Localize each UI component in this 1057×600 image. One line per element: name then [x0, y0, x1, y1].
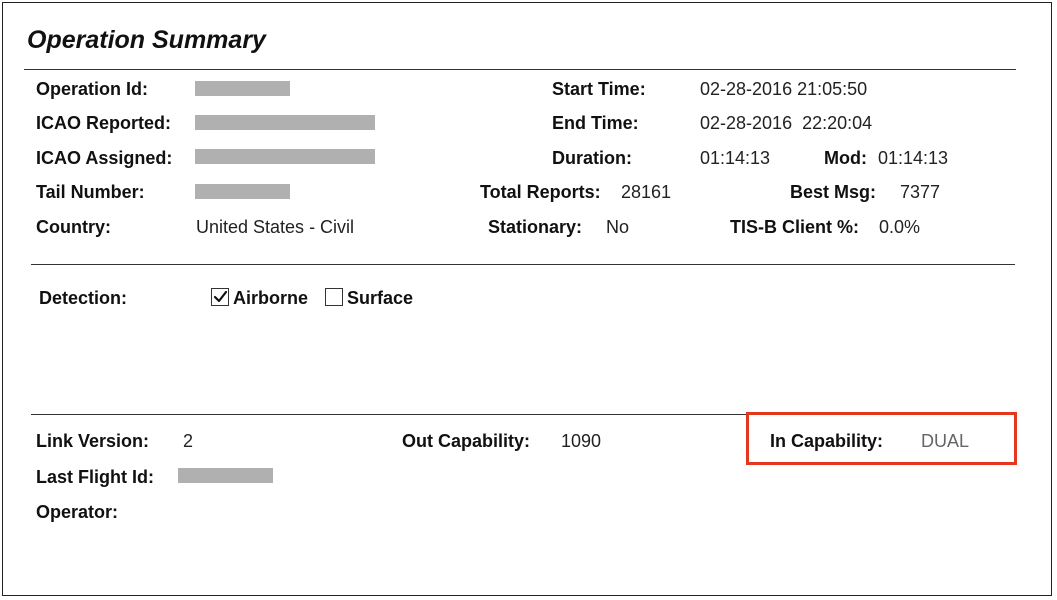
country-value: United States - Civil	[196, 217, 355, 237]
last-flight-id-label: Last Flight Id:	[36, 467, 154, 487]
total-reports-value: 28161	[621, 182, 672, 202]
start-time-value: 02-28-2016 21:05:50	[700, 79, 868, 99]
airborne-label[interactable]: Airborne	[233, 288, 308, 309]
tisb-client-label: TIS-B Client %:	[730, 217, 859, 237]
duration-label: Duration:	[552, 148, 632, 168]
surface-checkbox[interactable]	[325, 288, 343, 306]
out-capability-label: Out Capability:	[402, 431, 531, 451]
stationary-value: No	[606, 217, 630, 237]
link-version-value: 2	[183, 431, 194, 451]
icao-assigned-redacted	[195, 149, 375, 164]
mod-label: Mod:	[824, 148, 867, 168]
operator-label: Operator:	[36, 502, 119, 522]
link-version-label: Link Version:	[36, 431, 150, 451]
total-reports-label: Total Reports:	[480, 182, 601, 202]
out-capability-value: 1090	[561, 431, 602, 451]
check-mark-icon	[213, 290, 228, 303]
operation-id-label: Operation Id:	[36, 79, 148, 99]
country-label: Country:	[36, 217, 111, 237]
best-msg-value: 7377	[900, 182, 941, 202]
duration-value: 01:14:13	[700, 148, 771, 168]
in-capability-value: DUAL	[921, 431, 970, 451]
tail-number-label: Tail Number:	[36, 182, 145, 202]
mod-value: 01:14:13	[878, 148, 949, 168]
end-time-label: End Time:	[552, 113, 639, 133]
detection-label: Detection:	[39, 288, 128, 308]
tisb-client-value: 0.0%	[879, 217, 921, 237]
icao-reported-redacted	[195, 115, 375, 130]
tail-number-redacted	[195, 184, 290, 199]
operation-id-redacted	[195, 81, 290, 96]
operation-summary-panel	[2, 2, 1052, 596]
surface-label[interactable]: Surface	[347, 288, 413, 309]
section-divider-detection	[31, 264, 1015, 265]
stationary-label: Stationary:	[488, 217, 583, 237]
in-capability-label: In Capability:	[770, 431, 884, 451]
title-divider	[24, 69, 1016, 70]
best-msg-label: Best Msg:	[790, 182, 877, 202]
icao-reported-label: ICAO Reported:	[36, 113, 171, 133]
airborne-checkbox[interactable]	[211, 288, 229, 306]
page-title: Operation Summary	[27, 26, 266, 54]
end-time-value: 02-28-2016 22:20:04	[700, 113, 873, 133]
start-time-label: Start Time:	[552, 79, 646, 99]
icao-assigned-label: ICAO Assigned:	[36, 148, 173, 168]
last-flight-id-redacted	[178, 468, 273, 483]
